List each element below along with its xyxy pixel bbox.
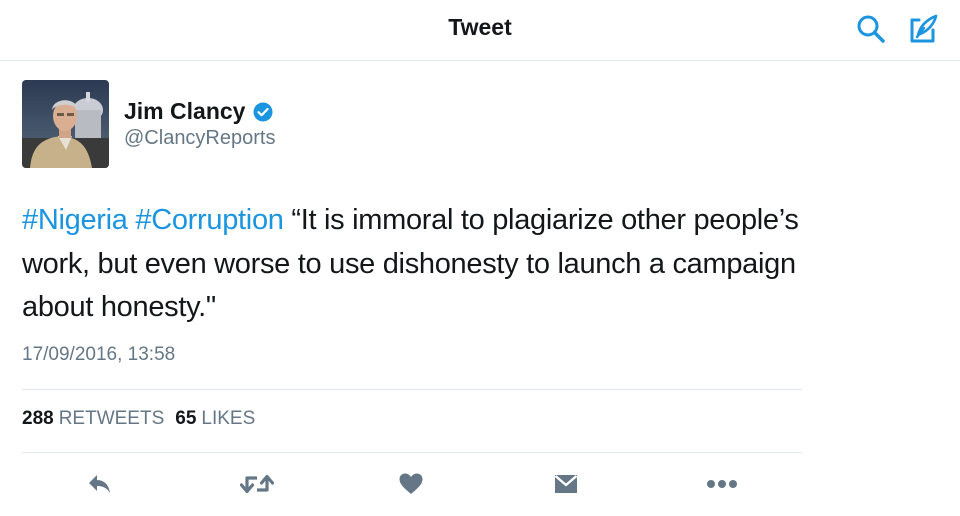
like-icon: [399, 473, 423, 494]
page-title: Tweet: [448, 14, 512, 40]
retweets-stat[interactable]: 288 RETWEETS: [22, 408, 164, 430]
hashtag-link[interactable]: #Corruption: [135, 204, 284, 236]
hashtag-link[interactable]: #Nigeria: [22, 204, 128, 236]
author-handle[interactable]: @ClancyReports: [124, 127, 275, 150]
more-options-button[interactable]: [702, 464, 742, 504]
search-button[interactable]: [851, 9, 891, 49]
top-bar: Tweet: [0, 0, 960, 61]
reply-icon: [89, 475, 110, 493]
author-name[interactable]: Jim Clancy: [124, 98, 273, 125]
likes-label: LIKES: [201, 408, 256, 429]
likes-count: 65: [175, 408, 197, 429]
verified-badge-icon: [253, 102, 273, 122]
author-name-text: Jim Clancy: [124, 98, 246, 124]
compose-button[interactable]: [903, 9, 943, 49]
like-button[interactable]: [391, 464, 431, 504]
retweets-count: 288: [22, 408, 54, 429]
search-icon: [857, 15, 885, 43]
tweet-text: #Nigeria #Corruption “It is immoral to p…: [22, 199, 822, 330]
tweet-timestamp[interactable]: 17/09/2016, 13:58: [22, 344, 175, 366]
tweet-stats: 288 RETWEETS 65 LIKES: [22, 408, 266, 430]
direct-message-button[interactable]: [546, 464, 586, 504]
retweet-button[interactable]: [237, 464, 277, 504]
author-avatar[interactable]: [22, 80, 109, 168]
user-avatar-icon: [22, 80, 109, 168]
direct-message-icon: [554, 475, 578, 493]
retweets-label: RETWEETS: [58, 408, 165, 429]
more-icon: [707, 480, 737, 488]
divider: [22, 389, 802, 390]
compose-icon: [910, 14, 938, 43]
reply-button[interactable]: [80, 464, 120, 504]
retweet-icon: [240, 474, 274, 494]
likes-stat[interactable]: 65 LIKES: [175, 408, 255, 430]
divider: [22, 452, 802, 453]
